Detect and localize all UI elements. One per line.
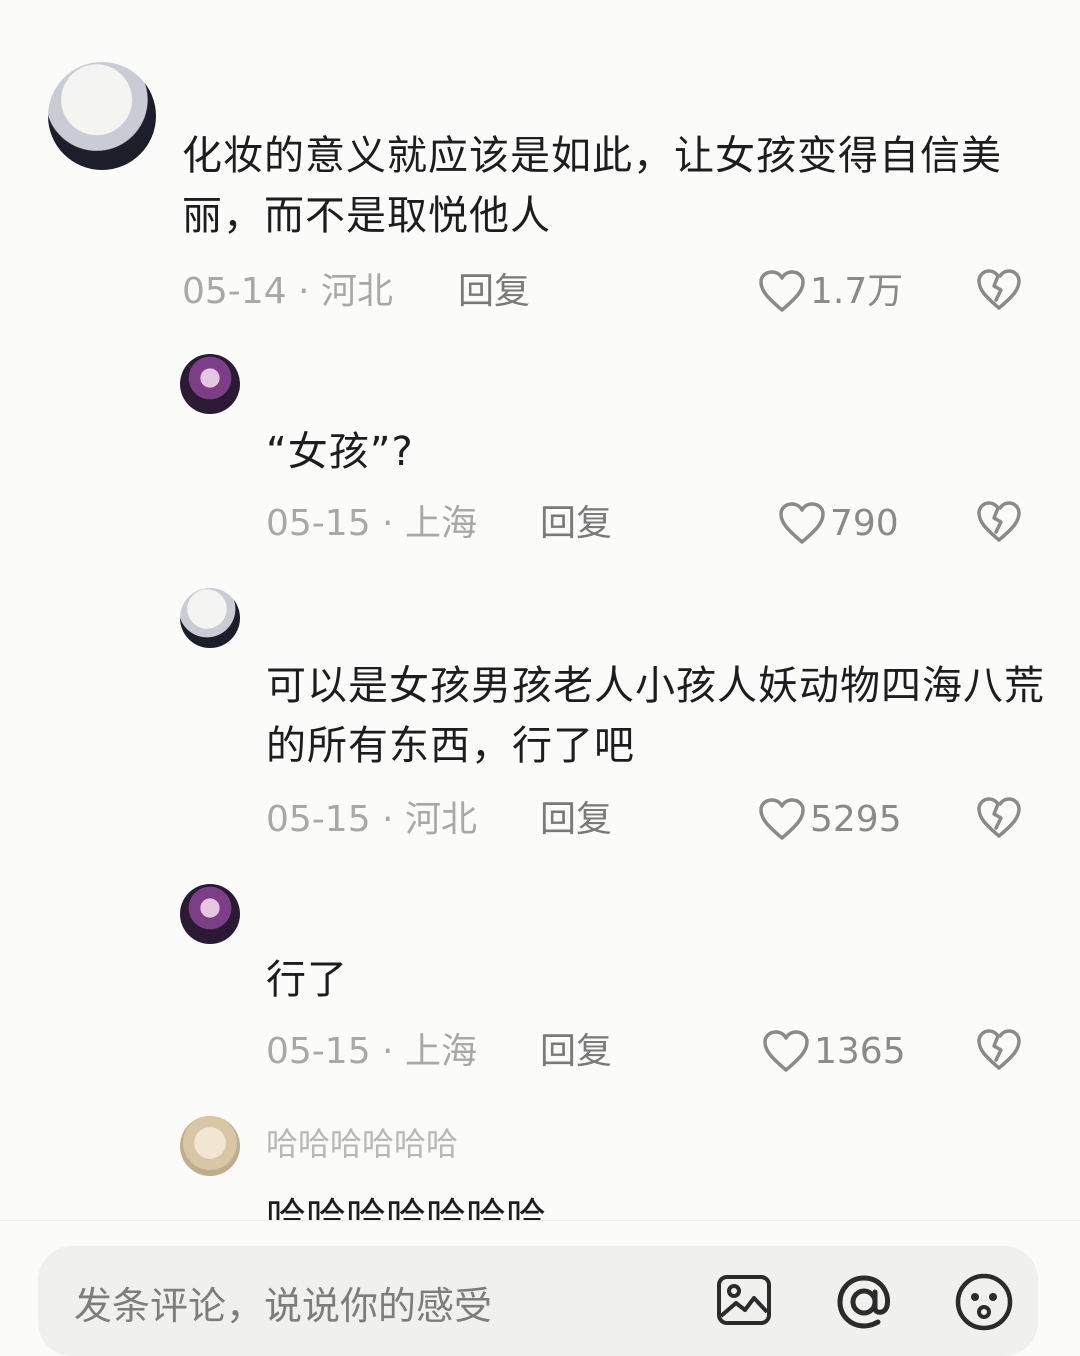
heart-icon	[759, 798, 805, 840]
avatar[interactable]	[48, 62, 156, 170]
comment-text: 可以是女孩男孩老人小孩人妖动物四海八荒的所有东西，行了吧	[266, 663, 1045, 769]
reply-button[interactable]: 回复	[540, 504, 612, 544]
comment-meta: 05-14 · 河北	[182, 271, 393, 312]
heart-icon	[763, 1030, 809, 1072]
like-button[interactable]: 1365	[762, 1030, 906, 1074]
comment-meta: 05-15 · 河北	[266, 799, 477, 840]
reply-button[interactable]: 回复	[540, 1032, 612, 1072]
avatar[interactable]	[180, 354, 240, 414]
avatar[interactable]	[180, 884, 240, 944]
broken-heart-icon	[977, 501, 1021, 542]
like-button[interactable]: 5295	[758, 798, 902, 842]
avatar[interactable]	[180, 588, 240, 648]
like-button[interactable]: 790	[778, 502, 899, 546]
broken-heart-icon	[977, 797, 1021, 838]
heart-icon	[759, 270, 805, 312]
dislike-button[interactable]	[976, 500, 1022, 548]
dislike-button[interactable]	[976, 796, 1022, 844]
like-count: 790	[830, 503, 899, 544]
comment-text: “女孩”?	[266, 429, 414, 475]
comment-meta: 05-15 · 上海	[266, 1031, 477, 1072]
avatar[interactable]	[180, 1116, 240, 1176]
username[interactable]: 哈哈哈哈哈哈	[266, 1124, 458, 1164]
dislike-button[interactable]	[976, 268, 1022, 316]
comment-text: 化妆的意义就应该是如此，让女孩变得自信美丽，而不是取悦他人	[182, 133, 1002, 239]
comment-text: 哈哈哈哈哈哈哈	[266, 1195, 546, 1220]
comment-text: 行了	[266, 957, 348, 1003]
emoji-icon[interactable]	[954, 1272, 1014, 1336]
like-count: 5295	[810, 799, 902, 840]
broken-heart-icon	[977, 1029, 1021, 1070]
like-count: 1365	[814, 1031, 906, 1072]
image-icon[interactable]	[716, 1272, 772, 1332]
reply-button[interactable]: 回复	[540, 800, 612, 840]
like-count: 1.7万	[810, 271, 904, 312]
like-button[interactable]: 1.7万	[758, 270, 903, 314]
comment-meta: 05-15 · 上海	[266, 503, 477, 544]
comment-input-placeholder[interactable]: 发条评论，说说你的感受	[74, 1284, 492, 1328]
reply-button[interactable]: 回复	[458, 272, 530, 312]
heart-icon	[779, 502, 825, 544]
broken-heart-icon	[977, 269, 1021, 310]
at-icon[interactable]	[834, 1272, 894, 1336]
dislike-button[interactable]	[976, 1028, 1022, 1076]
